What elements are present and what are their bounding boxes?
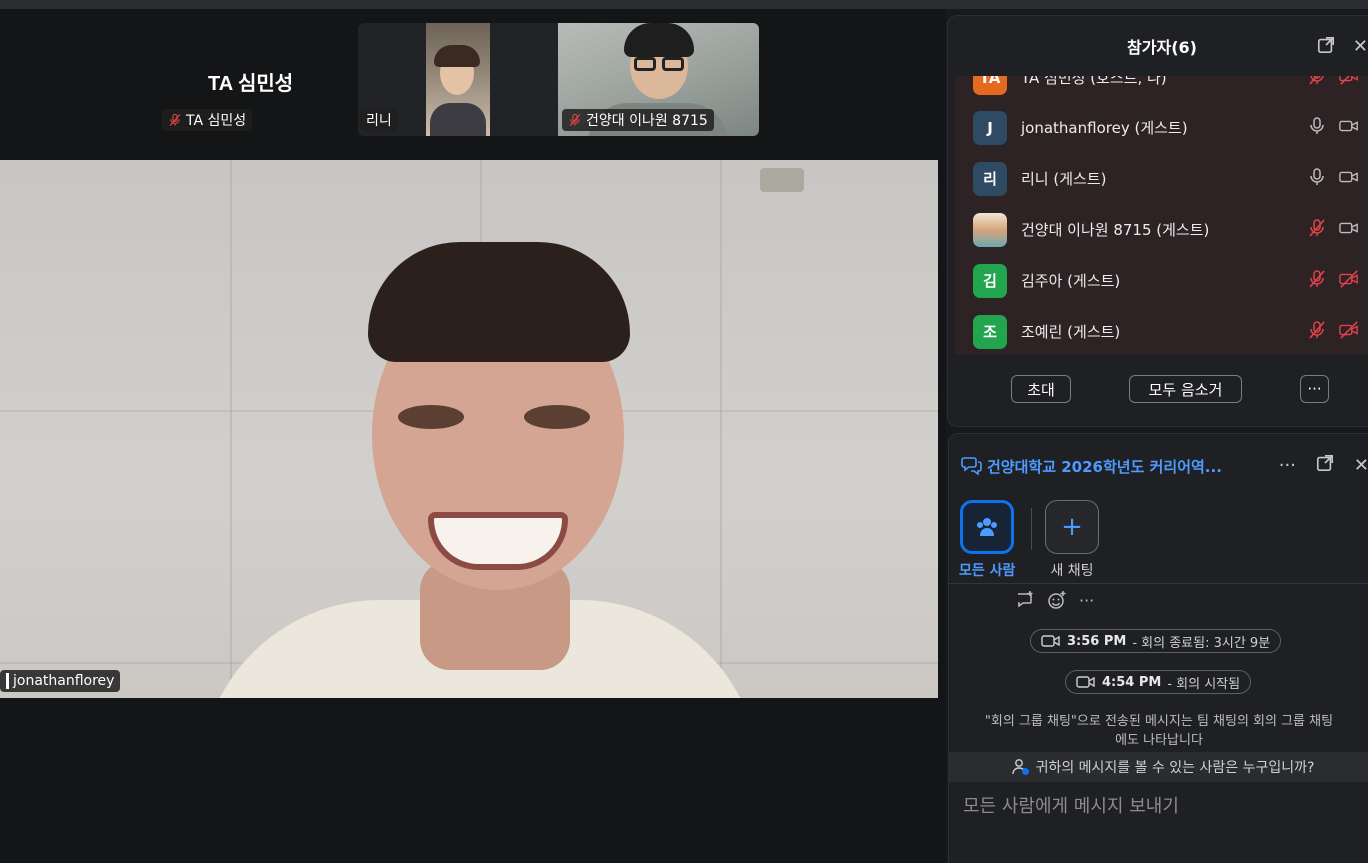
participant-row[interactable]: 조 조예린 (게스트) <box>955 306 1368 354</box>
name-chip-label: 리니 <box>366 113 392 129</box>
camera-icon[interactable] <box>1339 116 1359 140</box>
popout-icon[interactable] <box>1316 454 1334 477</box>
message-more-icon[interactable]: ··· <box>1079 591 1094 610</box>
camera-off-icon[interactable] <box>1339 269 1359 293</box>
who-can-see-link[interactable]: 귀하의 메시지를 볼 수 있는 사람은 누구입니까? <box>949 752 1368 782</box>
mute-all-button[interactable]: 모두 음소거 <box>1129 375 1242 403</box>
chat-title[interactable]: 건양대학교 2026학년도 커리어역... <box>987 456 1222 477</box>
participant-row[interactable]: TA TA 심민성 (호스트, 나) <box>955 76 1368 103</box>
participant-name: 리니 (게스트) <box>1021 170 1107 188</box>
participants-panel: 참가자(6) ✕ TA TA 심민성 (호스트, 나) Jjonathanflore… <box>947 15 1368 427</box>
mic-muted-icon[interactable] <box>1307 218 1327 242</box>
who-can-see-label: 귀하의 메시지를 볼 수 있는 사람은 누구입니까? <box>1035 760 1315 776</box>
participant-list: TA TA 심민성 (호스트, 나) Jjonathanflorey (게스트) 리 리… <box>955 76 1368 354</box>
camera-icon[interactable] <box>1339 218 1359 242</box>
more-options-icon[interactable]: ··· <box>1279 455 1296 476</box>
participant-row[interactable]: 건양대 이나원 8715 (게스트) <box>955 204 1368 255</box>
chat-panel: 건양대학교 2026학년도 커리어역... ··· ✕ 모든 사람 + 새 채팅… <box>948 433 1368 863</box>
name-chip: jonathanflorey <box>0 670 121 692</box>
participant-name: 건양대 이나원 8715 (게스트) <box>1021 221 1210 239</box>
participant-name: 조예린 (게스트) <box>1021 323 1121 341</box>
person-hair <box>368 242 630 362</box>
name-chip-label: TA 심민성 <box>186 113 247 129</box>
close-icon[interactable]: ✕ <box>1354 455 1368 476</box>
meeting-event-pill: 3:56 PM - 회의 종료됨: 3시간 9분 <box>1030 629 1282 653</box>
main-speaker-video[interactable]: jonathanflorey <box>0 160 938 698</box>
participant-name: TA 심민성 (호스트, 나) <box>1021 76 1167 87</box>
close-icon[interactable]: ✕ <box>1353 36 1368 59</box>
camera-off-icon[interactable] <box>1339 76 1359 90</box>
video-tile-kyy[interactable]: 건양대 이나원 8715 <box>558 23 759 136</box>
mic-muted-icon[interactable] <box>1307 320 1327 344</box>
group-icon <box>977 518 998 536</box>
mic-muted-icon[interactable] <box>1307 76 1327 90</box>
mic-muted-icon[interactable] <box>1307 269 1327 293</box>
meeting-event-pill: 4:54 PM - 회의 시작됨 <box>1065 670 1252 694</box>
channel-everyone[interactable]: 모든 사람 <box>959 500 1015 580</box>
name-chip: 리니 <box>360 109 398 131</box>
participant-name-large: TA 심민성 <box>208 73 294 95</box>
chat-bubbles-icon <box>961 457 982 476</box>
avatar: 리 <box>973 161 1007 196</box>
channel-label: 모든 사람 <box>959 563 1016 579</box>
video-camera-icon <box>1041 635 1060 647</box>
participant-row[interactable]: 김 김주아 (게스트) <box>955 255 1368 306</box>
participant-row[interactable]: Jjonathanflorey (게스트) <box>955 102 1368 153</box>
avatar <box>973 212 1007 247</box>
person-info-icon <box>1011 759 1029 775</box>
window-title-bar <box>0 0 1368 9</box>
name-chip-label: jonathanflorey <box>13 673 115 689</box>
message-input[interactable]: 모든 사람에게 메시지 보내기 <box>963 792 1179 818</box>
mic-icon[interactable] <box>1307 116 1327 140</box>
avatar: TA <box>973 76 1007 95</box>
video-camera-icon <box>1076 676 1095 688</box>
invite-button[interactable]: 초대 <box>1011 375 1071 403</box>
participant-row[interactable]: 리 리니 (게스트) <box>955 153 1368 204</box>
camera-off-icon[interactable] <box>1339 320 1359 344</box>
add-reaction-icon[interactable] <box>1047 590 1067 610</box>
event-time: 3:56 PM <box>1067 633 1127 649</box>
camera-icon[interactable] <box>1339 167 1359 191</box>
plus-icon: + <box>1061 512 1083 542</box>
group-chat-notice: "회의 그룹 채팅"으로 전송된 메시지는 팀 채팅의 회의 그룹 채팅에도 나… <box>984 714 1334 748</box>
mic-icon[interactable] <box>1307 167 1327 191</box>
video-stage: TA 심민성 TA 심민성 리니 건양대 이나원 8715 jonathanfl… <box>0 9 946 863</box>
reply-icon[interactable] <box>1015 590 1035 610</box>
avatar: J <box>973 110 1007 145</box>
avatar: 김 <box>973 263 1007 298</box>
participant-name: 김주아 (게스트) <box>1021 272 1121 290</box>
event-text: - 회의 시작됨 <box>1167 676 1241 692</box>
more-options-button[interactable]: ··· <box>1300 375 1329 403</box>
event-text: - 회의 종료됨: 3시간 9분 <box>1132 635 1271 651</box>
name-chip: 건양대 이나원 8715 <box>562 109 714 131</box>
participants-title: 참가자(6) <box>1127 38 1197 57</box>
name-chip-label: 건양대 이나원 8715 <box>586 113 708 129</box>
mic-muted-icon <box>569 113 581 127</box>
mic-muted-icon <box>169 113 181 127</box>
channel-new-chat[interactable]: + 새 채팅 <box>1045 500 1099 580</box>
popout-icon[interactable] <box>1317 36 1335 59</box>
camera-feed <box>426 23 490 136</box>
avatar: 조 <box>973 314 1007 349</box>
name-chip: TA 심민성 <box>162 109 253 131</box>
channel-label: 새 채팅 <box>1050 563 1094 579</box>
participant-name: jonathanflorey (게스트) <box>1021 119 1188 137</box>
video-tile-rini[interactable]: 리니 <box>358 23 558 136</box>
video-tile-ta[interactable]: TA 심민성 TA 심민성 <box>160 23 356 136</box>
event-time: 4:54 PM <box>1102 674 1162 690</box>
